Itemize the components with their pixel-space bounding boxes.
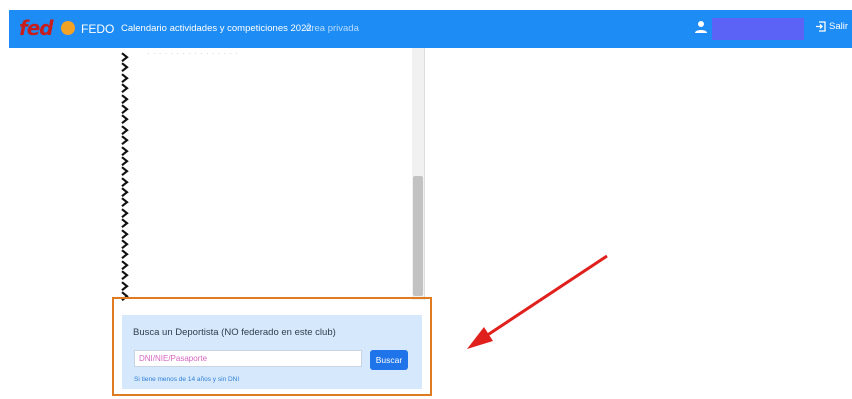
document-id-input[interactable] — [134, 350, 362, 367]
chevron-right-icon — [121, 218, 129, 229]
fedo-logo[interactable]: fed — [19, 18, 54, 38]
chevron-right-icon — [121, 249, 129, 260]
logout-button[interactable]: Salir — [815, 21, 848, 32]
chevron-right-icon — [121, 187, 129, 198]
chevron-right-icon — [121, 270, 129, 281]
chevron-right-icon — [121, 239, 129, 250]
pane-divider — [424, 48, 425, 300]
chevron-right-icon — [121, 197, 129, 208]
top-navbar: fed FEDO Calendario actividades y compet… — [9, 10, 852, 48]
chevron-right-icon — [121, 93, 129, 104]
logout-label: Salir — [829, 21, 849, 32]
nav-link-calendar[interactable]: Calendario actividades y competiciones 2… — [121, 23, 312, 34]
chevron-right-icon — [121, 145, 129, 156]
user-name-redacted[interactable] — [712, 18, 804, 40]
athlete-list-pane[interactable] — [114, 48, 424, 300]
chevron-right-icon — [121, 260, 129, 270]
chevron-right-icon — [121, 73, 129, 83]
search-button[interactable]: Buscar — [370, 350, 408, 370]
chevron-right-icon — [121, 135, 129, 146]
logo-mark-icon — [61, 21, 75, 35]
chevron-right-icon — [121, 104, 129, 115]
user-icon[interactable] — [694, 20, 708, 34]
chevron-right-icon — [121, 125, 129, 135]
nav-link-private-area[interactable]: Área privada — [305, 23, 359, 34]
search-athlete-panel: Busca un Deportista (NO federado en este… — [122, 315, 422, 389]
list-item-faded: · · · · · · · · · · · · · · · · — [147, 49, 239, 58]
search-panel-title: Busca un Deportista (NO federado en este… — [133, 327, 336, 338]
under-14-link[interactable]: Si tiene menos de 14 años y sin DNI — [134, 376, 239, 383]
chevron-right-icon — [121, 280, 129, 291]
chevron-list — [120, 52, 132, 302]
list-scrollbar[interactable] — [412, 48, 424, 300]
chevron-right-icon — [121, 177, 129, 187]
chevron-right-icon — [121, 228, 129, 239]
chevron-right-icon — [121, 156, 129, 166]
chevron-right-icon — [121, 166, 129, 177]
chevron-right-icon — [121, 62, 129, 73]
chevron-right-icon — [121, 208, 129, 218]
chevron-right-icon — [121, 83, 129, 94]
chevron-right-icon — [121, 52, 129, 63]
scrollbar-thumb[interactable] — [413, 176, 423, 296]
brand-label[interactable]: FEDO — [81, 22, 114, 36]
logout-icon — [816, 21, 826, 32]
chevron-right-icon — [121, 114, 129, 125]
